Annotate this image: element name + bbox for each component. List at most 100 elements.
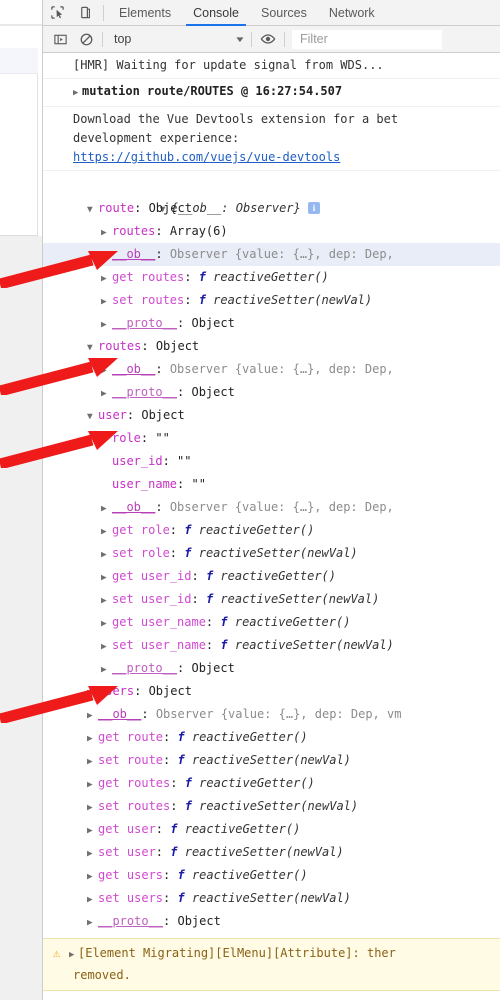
execution-context-select[interactable]: top ▼: [106, 29, 248, 50]
console-message-mutation[interactable]: ▶ mutation route/ROUTES @ 16:27:54.507: [43, 79, 500, 107]
tab-elements[interactable]: Elements: [108, 0, 182, 26]
chevron-collapsed-icon[interactable]: [101, 290, 112, 313]
chevron-collapsed-icon[interactable]: [101, 359, 112, 382]
tree-space: [185, 730, 192, 744]
page-card-header: [0, 48, 38, 74]
tab-console[interactable]: Console: [182, 0, 250, 26]
chevron-collapsed-icon[interactable]: [87, 819, 98, 842]
chevron-collapsed-icon[interactable]: [101, 612, 112, 635]
tree-row-users[interactable]: users: Object: [43, 680, 500, 703]
tree-key: __ob__: [112, 362, 156, 376]
tree-key: routes: [112, 224, 156, 238]
tree-row-proto[interactable]: __proto__: Object: [43, 657, 500, 680]
console-message-warning[interactable]: ⚠ ▶ [Element Migrating][ElMenu][Attribute]…: [43, 938, 500, 991]
tree-row-set-role[interactable]: set role: f reactiveSetter(newVal): [43, 542, 500, 565]
chevron-collapsed-icon[interactable]: [87, 842, 98, 865]
chevron-collapsed-icon[interactable]: [101, 267, 112, 290]
tree-key: __proto__: [112, 661, 178, 675]
tree-row-get-route[interactable]: get route: f reactiveGetter(): [43, 726, 500, 749]
tree-key: set route: [98, 753, 164, 767]
chevron-collapsed-icon[interactable]: [101, 520, 112, 543]
chevron-collapsed-icon[interactable]: [101, 497, 112, 520]
tree-row-proto[interactable]: __proto__: Object: [43, 381, 500, 404]
clear-console-icon[interactable]: [73, 26, 99, 53]
chevron-collapsed-icon[interactable]: [101, 382, 112, 405]
tree-separator: :: [162, 454, 178, 468]
tree-key: get user: [98, 822, 156, 836]
console-message-object-tree[interactable]: {__ob__: Observer} i route: Objectroutes…: [43, 171, 500, 938]
tree-row-set-user-name[interactable]: set user_name: f reactiveSetter(newVal): [43, 634, 500, 657]
vue-devtools-link[interactable]: https://github.com/vuejs/vue-devtools: [73, 150, 340, 164]
tree-row-set-users[interactable]: set users: f reactiveSetter(newVal): [43, 887, 500, 910]
chevron-collapsed-icon[interactable]: [101, 635, 112, 658]
tree-row-proto[interactable]: __proto__: Object: [43, 312, 500, 335]
chevron-expanded-icon[interactable]: [87, 198, 98, 221]
chevron-collapsed-icon[interactable]: [87, 796, 98, 819]
filter-input[interactable]: Filter: [292, 29, 442, 49]
console-message-vue-devtools[interactable]: Download the Vue Devtools extension for …: [43, 107, 500, 171]
tree-value: reactiveGetter(): [191, 730, 308, 744]
tree-separator: :: [177, 661, 192, 675]
chevron-collapsed-icon[interactable]: [87, 681, 98, 704]
chevron-collapsed-icon[interactable]: [87, 704, 98, 727]
tree-row-user-name[interactable]: user_name: "": [43, 473, 500, 496]
chevron-collapsed-icon[interactable]: [101, 313, 112, 336]
tree-row-get-user-id[interactable]: get user_id: f reactiveGetter(): [43, 565, 500, 588]
tree-space: [185, 753, 192, 767]
tree-row-user[interactable]: user: Object: [43, 404, 500, 427]
chevron-collapsed-icon[interactable]: [101, 658, 112, 681]
device-toolbar-icon[interactable]: [71, 0, 99, 26]
tree-row-set-user-id[interactable]: set user_id: f reactiveSetter(newVal): [43, 588, 500, 611]
tree-row-get-routes[interactable]: get routes: f reactiveGetter(): [43, 772, 500, 795]
tree-row-role[interactable]: role: "": [43, 427, 500, 450]
tree-row-proto[interactable]: __proto__: Object: [43, 910, 500, 933]
warning-expand-triangle-icon[interactable]: ▶: [69, 946, 78, 965]
tree-root-row[interactable]: {__ob__: Observer} i: [43, 174, 500, 215]
chevron-collapsed-icon[interactable]: [87, 773, 98, 796]
chevron-collapsed-icon[interactable]: [101, 543, 112, 566]
tree-row-set-route[interactable]: set route: f reactiveSetter(newVal): [43, 749, 500, 772]
tree-row-set-routes[interactable]: set routes: f reactiveSetter(newVal): [43, 795, 500, 818]
tree-row-set-user[interactable]: set user: f reactiveSetter(newVal): [43, 841, 500, 864]
tree-row-ob[interactable]: __ob__: Observer {value: {…}, dep: Dep, …: [43, 703, 500, 726]
console-output: [HMR] Waiting for update signal from WDS…: [43, 53, 500, 991]
tree-row-route[interactable]: route: Object: [43, 197, 500, 220]
tree-row-get-user[interactable]: get user: f reactiveGetter(): [43, 818, 500, 841]
tree-value: Observer {value: {…}, dep: Dep, vm: [155, 707, 402, 721]
tab-sources[interactable]: Sources: [250, 0, 318, 26]
chevron-collapsed-icon[interactable]: [87, 727, 98, 750]
expand-triangle-icon[interactable]: ▶: [73, 84, 82, 103]
tree-key: get users: [98, 868, 164, 882]
console-message-hmr[interactable]: [HMR] Waiting for update signal from WDS…: [43, 53, 500, 79]
object-tree: {__ob__: Observer} i route: Objectroutes…: [43, 174, 500, 935]
chevron-expanded-icon[interactable]: [87, 336, 98, 359]
tree-row-ob[interactable]: __ob__: Observer {value: {…}, dep: Dep,: [43, 358, 500, 381]
tree-row-ob[interactable]: __ob__: Observer {value: {…}, dep: Dep,: [43, 496, 500, 519]
chevron-collapsed-icon[interactable]: [87, 750, 98, 773]
tab-network[interactable]: Network: [318, 0, 386, 26]
chevron-collapsed-icon[interactable]: [87, 888, 98, 911]
chevron-expanded-icon[interactable]: [87, 405, 98, 428]
chevron-collapsed-icon[interactable]: [101, 566, 112, 589]
chevron-collapsed-icon[interactable]: [101, 589, 112, 612]
devtools-panel: Elements Console Sources Network top ▼ F…: [42, 0, 500, 1000]
live-expression-eye-icon[interactable]: [255, 26, 281, 53]
tree-row-set-routes[interactable]: set routes: f reactiveSetter(newVal): [43, 289, 500, 312]
chevron-collapsed-icon[interactable]: [101, 221, 112, 244]
inspect-element-icon[interactable]: [43, 0, 71, 26]
tree-row-get-user-name[interactable]: get user_name: f reactiveGetter(): [43, 611, 500, 634]
tree-row-routes[interactable]: routes: Object: [43, 335, 500, 358]
tree-row-routes[interactable]: routes: Array(6): [43, 220, 500, 243]
chevron-collapsed-icon[interactable]: [101, 244, 112, 267]
tree-row-user-id[interactable]: user_id: "": [43, 450, 500, 473]
tree-row-get-role[interactable]: get role: f reactiveGetter(): [43, 519, 500, 542]
tree-row-get-users[interactable]: get users: f reactiveGetter(): [43, 864, 500, 887]
tree-value: Array(6): [169, 224, 228, 238]
tree-value: Object: [155, 339, 200, 353]
tree-row-get-routes[interactable]: get routes: f reactiveGetter(): [43, 266, 500, 289]
chevron-collapsed-icon[interactable]: [87, 865, 98, 888]
console-sidebar-icon[interactable]: [47, 26, 73, 53]
chevron-collapsed-icon[interactable]: [87, 911, 98, 934]
function-glyph-icon: f: [220, 638, 228, 652]
tree-row-ob[interactable]: __ob__: Observer {value: {…}, dep: Dep,: [43, 243, 500, 266]
